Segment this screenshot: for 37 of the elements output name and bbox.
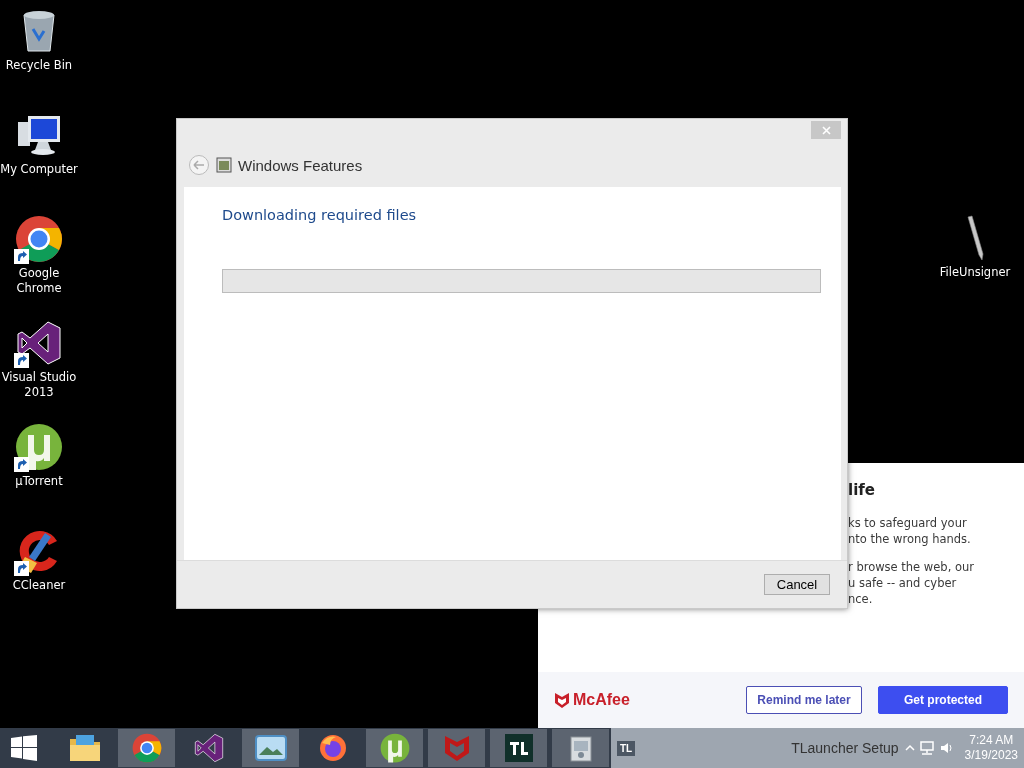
shield-m-icon <box>554 692 570 708</box>
desktop-icon-label[interactable]: Recycle Bin <box>5 58 73 73</box>
app-badge: TL <box>617 740 636 756</box>
folder-icon <box>67 733 102 763</box>
desktop-icon-label[interactable]: Visual Studio 2013 <box>0 370 78 400</box>
firefox-icon <box>317 733 348 763</box>
mu-letter-icon <box>379 733 410 763</box>
desktop-icon-label[interactable]: Google Chrome <box>0 266 78 296</box>
popup-heading: life <box>848 481 876 499</box>
chrome-icon <box>131 733 162 763</box>
infinity-ribbon-icon <box>193 733 224 763</box>
taskbar-button[interactable] <box>490 729 547 767</box>
computer-icon[interactable] <box>16 114 62 156</box>
tl-logo-icon <box>504 734 533 762</box>
cancel-button[interactable]: Cancel <box>764 574 830 595</box>
windows-start-icon[interactable] <box>11 735 37 761</box>
popup-paragraph: ks to safeguard your nto the wrong hands. <box>848 515 972 547</box>
remind-later-button[interactable]: Remind me later <box>746 686 862 714</box>
chrome-icon[interactable] <box>15 215 63 263</box>
landscape-picture-icon <box>254 735 287 761</box>
pen-icon[interactable] <box>965 215 985 261</box>
get-protected-button[interactable]: Get protected <box>878 686 1008 714</box>
status-heading: Downloading required files <box>222 207 418 223</box>
desktop-icon-label[interactable]: My Computer <box>0 162 78 177</box>
trash-can-icon[interactable] <box>21 9 57 53</box>
installer-box-icon <box>567 733 594 763</box>
window-app-icon <box>216 157 232 173</box>
desktop-icon-label[interactable]: CCleaner <box>12 578 66 593</box>
infinity-ribbon-icon[interactable] <box>16 320 62 366</box>
window-title: Windows Features <box>238 156 363 174</box>
desktop-icon-label[interactable]: µTorrent <box>15 474 63 489</box>
mu-letter-icon[interactable] <box>15 423 63 471</box>
close-icon <box>821 125 831 135</box>
desktop-icon-label[interactable]: FileUnsigner <box>939 265 1011 280</box>
brand-logo-text: McAfee <box>573 691 630 709</box>
popup-paragraph: r browse the web, our u safe -- and cyber nce. <box>848 559 975 607</box>
window-label: TLauncher Setup <box>791 740 899 756</box>
